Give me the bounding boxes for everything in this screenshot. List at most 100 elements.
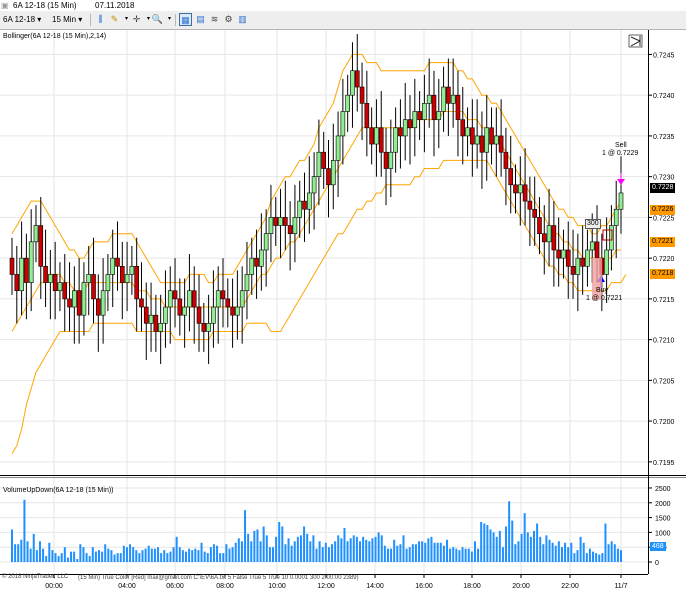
candle-up [148,314,154,324]
volume-bar [169,551,172,562]
volume-bar [362,536,365,562]
time-tick-label: 22:00 [561,583,579,590]
volume-tick-label: 1000 [655,530,671,537]
candle-up [426,94,432,104]
candle-up [402,119,408,137]
volume-bar [588,548,591,562]
volume-bar [613,544,616,562]
candle-up [163,306,168,324]
bollinger-bands [11,53,627,454]
price-chart[interactable]: 0.7245 0.7240 0.7235 0.7230 0.7225 0.7220 0.72… [0,30,686,600]
candle-down [76,290,82,316]
candle-up [33,225,39,243]
candle-down [172,290,178,300]
volume-bar [439,542,442,562]
candle-up [494,135,499,145]
properties-icon[interactable]: ▥ [236,13,249,26]
candle-up [215,290,221,308]
volume-bar [492,532,495,562]
volume-tick-label: 0 [655,560,659,567]
data-box-icon[interactable]: ▦ [179,13,192,26]
volume-bar [564,542,567,562]
candle-up [474,135,480,145]
volume-bar [340,538,343,562]
price-tick-label: 0.7215 [653,297,675,304]
buy-label: Buy [596,287,609,294]
volume-bar [604,523,607,562]
candle-down [321,151,326,169]
candle-down [383,151,389,169]
candle-up [575,257,581,275]
collapse-icon[interactable] [628,34,643,48]
volume-bar [35,550,38,562]
candle-down [139,298,144,308]
bollinger-line [11,53,622,284]
volume-indicator-label: VolumeUpDown(6A 12-18 (15 Min)) [3,487,114,494]
candle-down [43,265,48,283]
candle-up [211,306,216,324]
candle-down [254,257,259,267]
candle-up [422,103,427,120]
volume-tick-label: 2000 [655,501,671,508]
candle-down [326,168,331,186]
volume-bar [163,550,166,562]
candle-up [316,151,322,177]
time-tick-label: 00:00 [45,583,63,590]
volume-bar [508,501,511,562]
volume-bar [48,542,51,562]
volume-bar [290,545,293,562]
volume-bar [377,532,380,562]
price-tick-label: 0.7210 [653,338,675,345]
chart-trader-icon[interactable]: ▤ [194,13,207,26]
volume-bar [244,510,247,562]
toolbar-divider [175,14,176,26]
indicators-icon[interactable]: ≋ [208,13,221,26]
volume-bar [598,554,601,562]
volume-bar [551,542,554,562]
candle-up [589,241,595,251]
volume-bar [601,553,604,562]
sell-marker[interactable] [617,173,625,185]
candle-down [398,127,403,137]
order-quantity-box[interactable]: 300 [585,219,601,229]
candle-down [283,217,288,226]
volume-bar [405,548,408,562]
time-tick-label: 04:00 [118,583,136,590]
bar-type-icon[interactable]: ⫼ [94,13,107,26]
candle-up [57,282,63,292]
volume-bar [483,523,486,562]
interval-selector[interactable]: 15 Min ▾ [52,13,82,26]
volume-bar [498,530,501,562]
candle-up [158,323,163,332]
volume-bar [206,553,209,562]
volume-bar [327,547,330,562]
volume-bar [296,536,299,562]
volume-bar [523,513,526,562]
volume-bar [542,544,545,562]
price-tick-label: 0.7245 [653,52,675,59]
volume-bar [209,547,212,562]
volume-bar [418,541,421,562]
volume-tick-label: 1500 [655,516,671,523]
candle-up [278,217,283,226]
volume-bar [309,541,312,562]
candle-down [143,306,149,324]
candle-up [412,111,418,129]
volume-bar [160,553,163,562]
volume-bar [23,499,26,562]
candle-up [259,249,264,267]
volume-bar [452,547,455,562]
instrument-selector[interactable]: 6A 12-18 ▾ [3,13,41,26]
volume-bar [470,551,473,562]
strategies-icon[interactable]: ⚙ [222,13,235,26]
volume-bar [371,538,374,562]
volume-bar [480,522,483,562]
candle-down [96,298,101,316]
candle-down [407,119,413,129]
volume-bar [250,541,253,562]
volume-bar [424,542,427,562]
volume-bar [557,541,560,562]
candle-down [359,86,365,104]
sell-label: Sell [615,142,627,149]
volume-bar [287,538,290,562]
